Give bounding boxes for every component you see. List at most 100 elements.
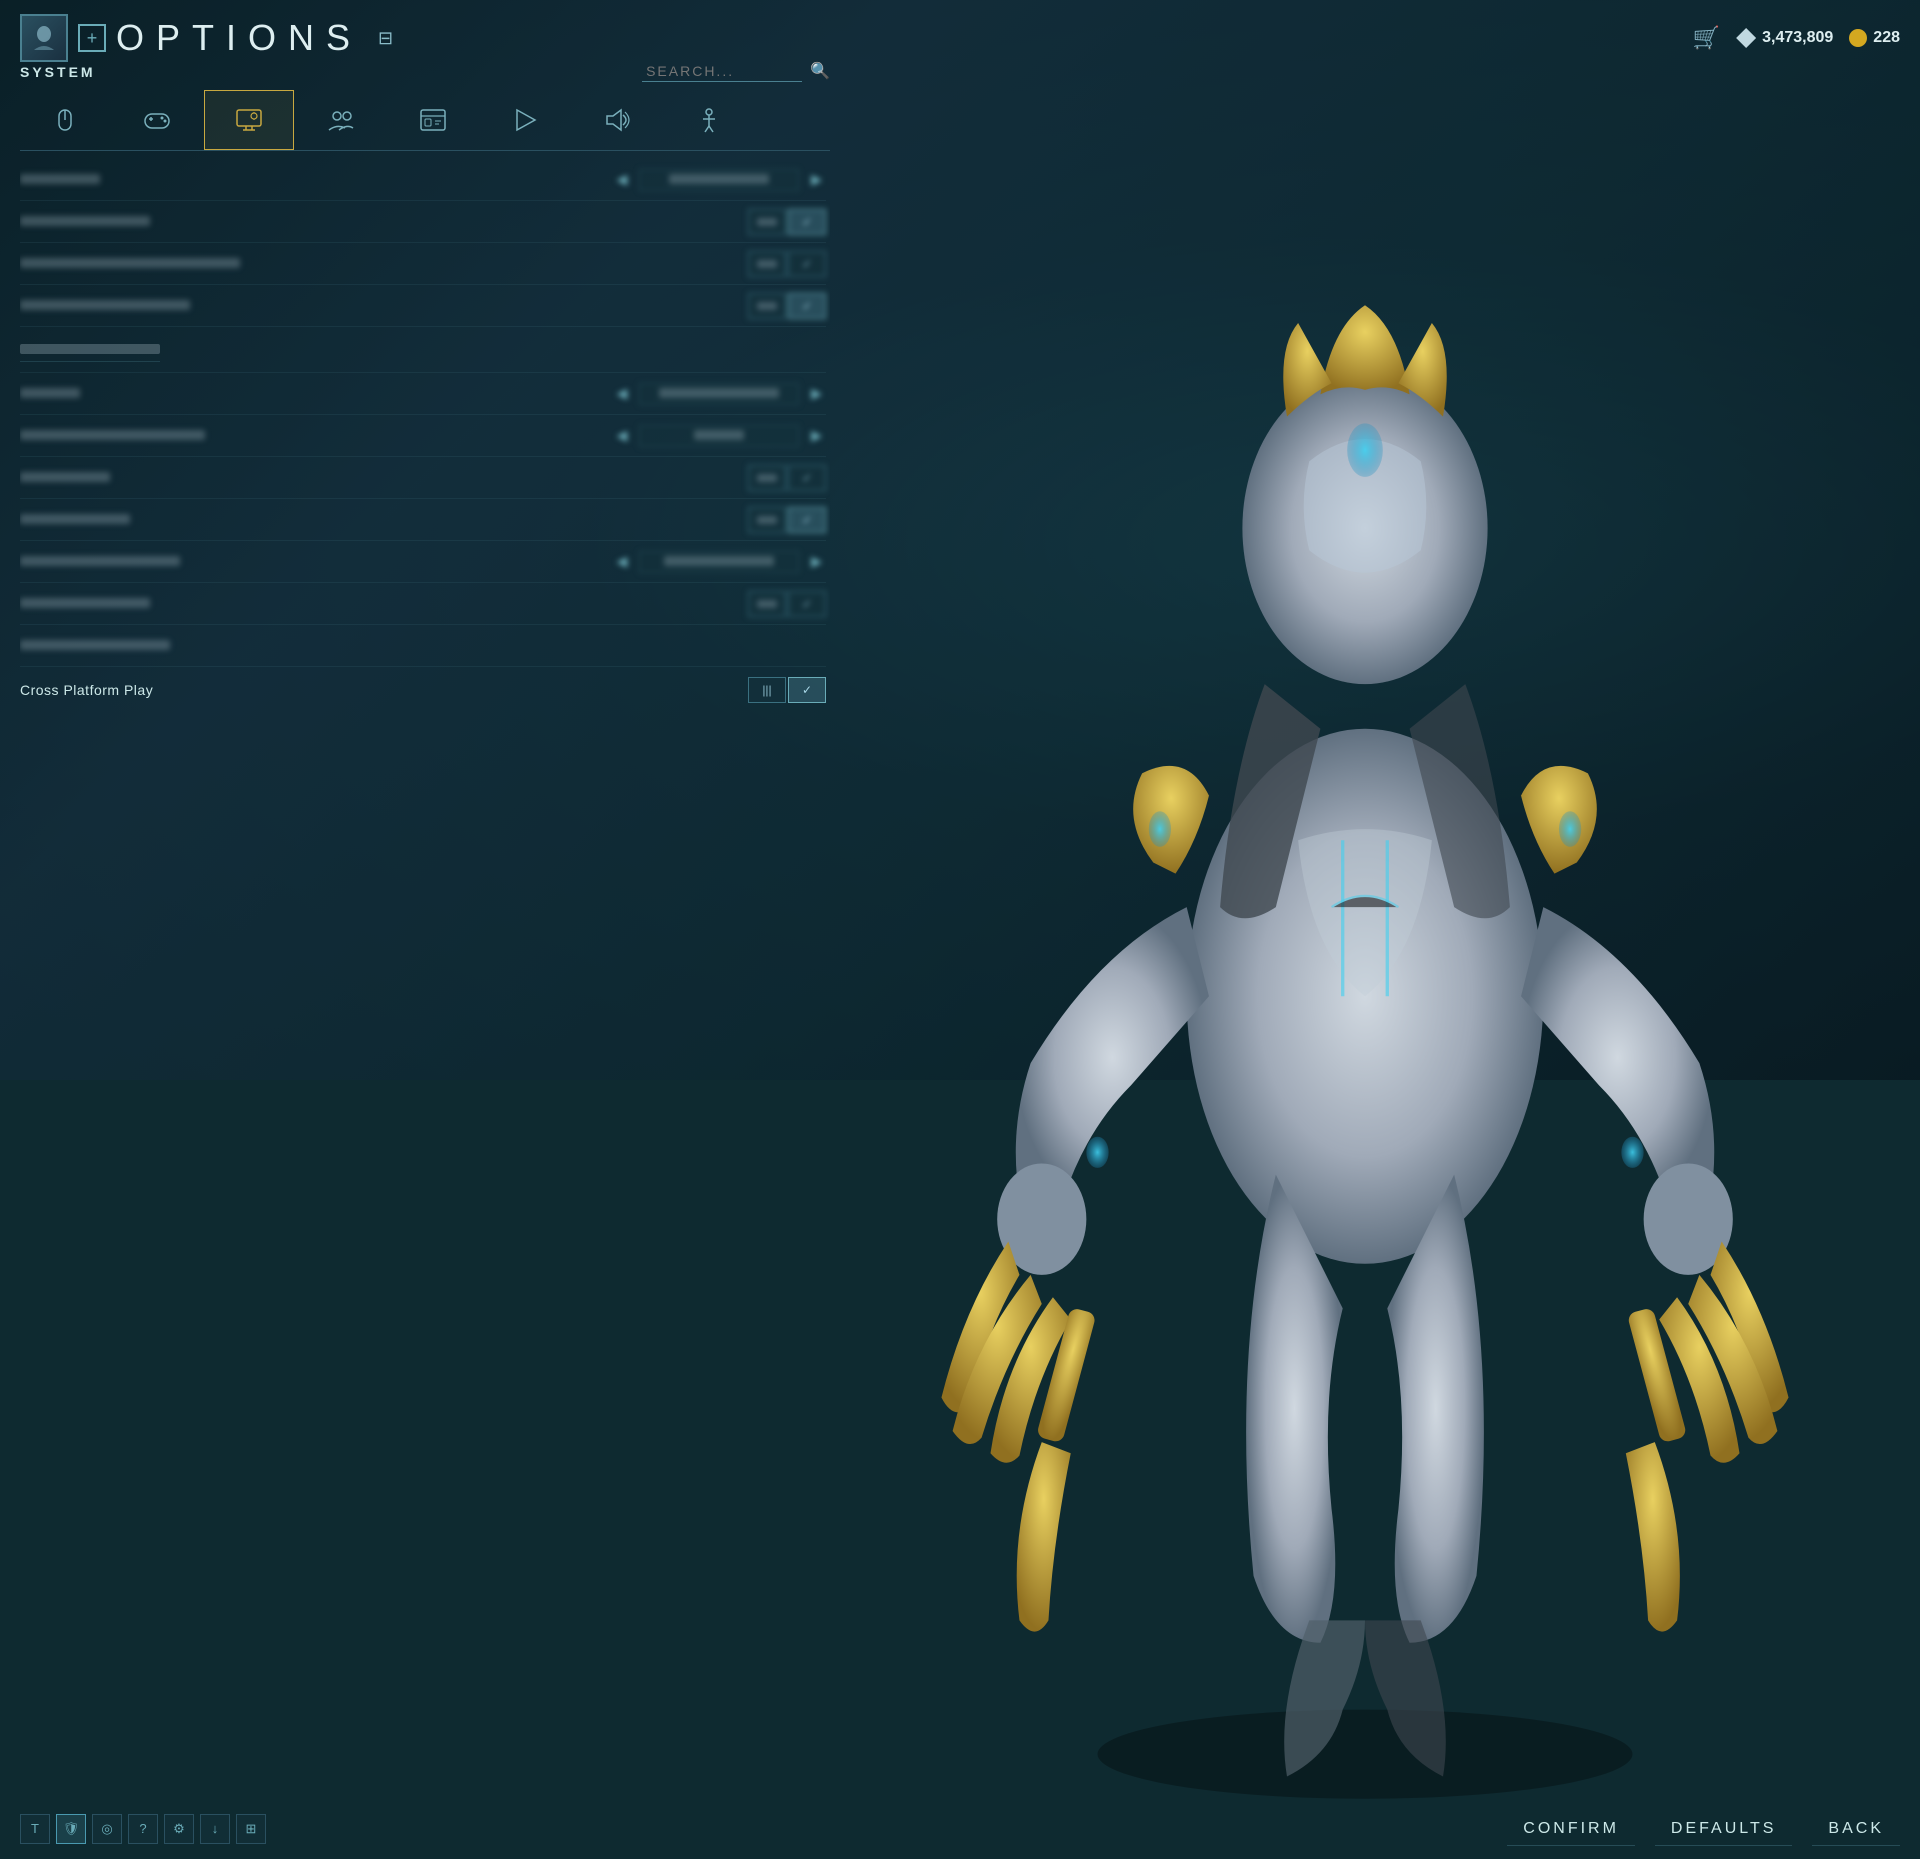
- defaults-button[interactable]: DEFAULTS: [1655, 1812, 1793, 1846]
- character-display: [830, 60, 1900, 1799]
- back-button[interactable]: BACK: [1812, 1812, 1900, 1846]
- toggle-group-squad-afk-msg: ✓: [748, 507, 826, 533]
- toggle-group-row4: ✓: [748, 293, 826, 319]
- setting-control-region: ◀ ▶: [612, 381, 826, 406]
- setting-control-squad-afk-msg: ✓: [748, 507, 826, 533]
- arrow-right-matchmaking[interactable]: ▶: [807, 423, 826, 448]
- setting-row4: ✓: [20, 285, 826, 327]
- credit-icon: [1849, 29, 1867, 47]
- search-bar: 🔍: [642, 61, 830, 82]
- setting-value-bandwidth: [639, 551, 799, 573]
- add-button[interactable]: +: [78, 24, 106, 52]
- tab-controller[interactable]: [112, 90, 202, 150]
- arrow-left-region[interactable]: ◀: [612, 381, 631, 406]
- setting-control-bandwidth: ◀ ▶: [612, 549, 826, 574]
- setting-control-row3: ✓: [748, 251, 826, 277]
- setting-label-squad-afk-msg: [20, 512, 748, 527]
- toggle-off-row2[interactable]: [748, 209, 786, 235]
- bottom-icon-shield[interactable]: 🛡: [56, 1814, 86, 1844]
- toggle-off-cross-platform[interactable]: |||: [748, 677, 786, 703]
- toggle-off-squad-afk-msg[interactable]: [748, 507, 786, 533]
- arrow-left-matchmaking[interactable]: ◀: [612, 423, 631, 448]
- setting-value-matchmaking: [639, 425, 799, 447]
- tab-interface[interactable]: [388, 90, 478, 150]
- toggle-off-squad-afk[interactable]: [748, 465, 786, 491]
- toggle-on-row4[interactable]: ✓: [788, 293, 826, 319]
- setting-label-row2: [20, 214, 748, 229]
- setting-control-p2p: ✓: [748, 591, 826, 617]
- bottom-icon-grid[interactable]: ⊞: [236, 1814, 266, 1844]
- setting-region-privacy: [20, 625, 826, 667]
- setting-value-region: [639, 383, 799, 405]
- setting-label-squad-afk: [20, 470, 748, 485]
- setting-label-p2p: [20, 596, 748, 611]
- setting-label-row4: [20, 298, 748, 313]
- toggle-off-row4[interactable]: [748, 293, 786, 319]
- setting-section1: [20, 327, 826, 373]
- character-area: [830, 60, 1900, 1799]
- bottom-icon-target[interactable]: ◎: [92, 1814, 122, 1844]
- setting-control-pc-type: ◀ ▶: [612, 167, 826, 192]
- setting-cross-platform: Cross Platform Play ||| ✓: [20, 667, 826, 713]
- setting-label-bandwidth: [20, 554, 612, 569]
- search-input[interactable]: [642, 61, 802, 82]
- cart-icon[interactable]: 🛒: [1693, 25, 1720, 51]
- top-row: SYSTEM 🔍: [20, 60, 830, 90]
- toggle-on-squad-afk[interactable]: ✓: [788, 465, 826, 491]
- setting-label-region-privacy: [20, 638, 826, 653]
- section-label: SYSTEM: [20, 64, 96, 80]
- tab-gameplay[interactable]: [480, 90, 570, 150]
- setting-pc-type: ◀ ▶: [20, 159, 826, 201]
- toggle-group-row3: ✓: [748, 251, 826, 277]
- arrow-right-bandwidth[interactable]: ▶: [807, 549, 826, 574]
- setting-control-matchmaking: ◀ ▶: [612, 423, 826, 448]
- setting-squad-afk-msg: ✓: [20, 499, 826, 541]
- bottom-icon-t[interactable]: T: [20, 1814, 50, 1844]
- platinum-balance: 3,473,809: [1736, 28, 1833, 48]
- arrow-left-pc-type[interactable]: ◀: [612, 167, 631, 192]
- toggle-off-p2p[interactable]: [748, 591, 786, 617]
- toggle-on-p2p[interactable]: ✓: [788, 591, 826, 617]
- setting-label-pc-type: [20, 172, 612, 187]
- toggle-on-row2[interactable]: ✓: [788, 209, 826, 235]
- arrow-right-region[interactable]: ▶: [807, 381, 826, 406]
- toggle-on-cross-platform[interactable]: ✓: [788, 677, 826, 703]
- tab-audio[interactable]: [572, 90, 662, 150]
- tab-accessibility[interactable]: [664, 90, 754, 150]
- cross-platform-label: Cross Platform Play: [20, 682, 748, 698]
- bottom-icon-download[interactable]: ↓: [200, 1814, 230, 1844]
- credit-balance: 228: [1849, 29, 1900, 47]
- setting-bandwidth: ◀ ▶: [20, 541, 826, 583]
- setting-label-matchmaking: [20, 428, 612, 443]
- tabs-container: [20, 90, 830, 151]
- search-icon: 🔍: [810, 61, 830, 81]
- setting-control-row4: ✓: [748, 293, 826, 319]
- bottom-icon-help[interactable]: ?: [128, 1814, 158, 1844]
- setting-row3: ✓: [20, 243, 826, 285]
- setting-row2: ✓: [20, 201, 826, 243]
- platinum-icon: [1736, 28, 1756, 48]
- setting-value-pc-type: [639, 169, 799, 191]
- top-bar-right: 🛒 3,473,809 228: [1693, 25, 1900, 51]
- arrow-right-pc-type[interactable]: ▶: [807, 167, 826, 192]
- tab-display[interactable]: [204, 90, 294, 150]
- toggle-on-row3[interactable]: ✓: [788, 251, 826, 277]
- page-title: OPTIONS: [116, 17, 362, 59]
- toggle-group-row2: ✓: [748, 209, 826, 235]
- arrow-left-bandwidth[interactable]: ◀: [612, 549, 631, 574]
- tab-social[interactable]: [296, 90, 386, 150]
- confirm-button[interactable]: CONFIRM: [1507, 1812, 1635, 1846]
- settings-panel: SYSTEM 🔍: [20, 60, 830, 1799]
- bottom-icon-gear[interactable]: ⚙: [164, 1814, 194, 1844]
- action-buttons: CONFIRM DEFAULTS BACK: [1507, 1812, 1900, 1846]
- setting-region: ◀ ▶: [20, 373, 826, 415]
- bottom-icons: T 🛡 ◎ ? ⚙ ↓ ⊞: [20, 1814, 266, 1844]
- tab-mouse[interactable]: [20, 90, 110, 150]
- toggle-off-row3[interactable]: [748, 251, 786, 277]
- top-bar-left: + OPTIONS ⊟: [20, 14, 393, 62]
- avatar[interactable]: [20, 14, 68, 62]
- setting-p2p: ✓: [20, 583, 826, 625]
- setting-label-region: [20, 386, 612, 401]
- toggle-on-squad-afk-msg[interactable]: ✓: [788, 507, 826, 533]
- settings-list: ◀ ▶: [20, 159, 830, 1799]
